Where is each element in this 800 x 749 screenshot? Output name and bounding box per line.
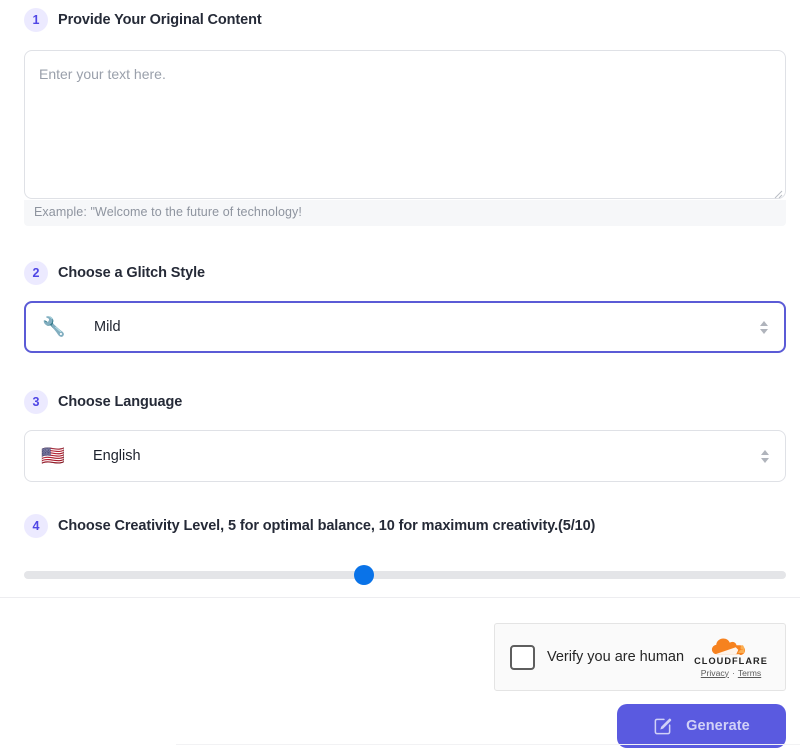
slider-thumb[interactable] [353,565,374,585]
privacy-link[interactable]: Privacy [701,668,729,678]
verify-human-label: Verify you are human [547,649,685,665]
step-4-badge: 4 [24,514,48,538]
content-textarea[interactable] [24,50,786,199]
step-3-title: Choose Language [58,394,183,410]
cloudflare-wordmark: CLOUDFLARE [694,655,768,666]
chevron-updown-icon[interactable] [759,445,771,467]
edit-square-icon [653,717,672,736]
step-4-title: Choose Creativity Level, 5 for optimal b… [58,518,596,534]
cloudflare-turnstile-widget[interactable]: Verify you are human CLOUDFLARE Privacy … [494,623,786,691]
cloudflare-branding: CLOUDFLARE Privacy · Terms [691,637,771,678]
glitch-text-generator-form: 1 Provide Your Original Content Example:… [0,0,800,749]
terms-link[interactable]: Terms [738,668,761,678]
generate-button-label: Generate [686,718,750,734]
step-2-header: 2 Choose a Glitch Style [24,261,786,285]
creativity-slider[interactable] [24,565,786,585]
wrench-emoji-icon: 🔧 [42,316,66,338]
step-1-header: 1 Provide Your Original Content [24,8,786,32]
step-1-title: Provide Your Original Content [58,12,262,28]
section-glitch-style: 2 Choose a Glitch Style 🔧 Mild [24,261,786,353]
link-separator: · [731,667,735,678]
step-1-badge: 1 [24,8,48,32]
glitch-style-select[interactable]: 🔧 Mild [24,301,786,353]
content-textarea-wrapper [24,50,786,204]
slider-track[interactable] [24,571,786,579]
generate-button[interactable]: Generate [617,704,786,748]
step-2-title: Choose a Glitch Style [58,265,205,281]
chevron-updown-icon[interactable] [758,316,770,338]
verify-human-checkbox[interactable] [510,644,535,670]
turnstile-links: Privacy · Terms [701,668,761,678]
section-divider [0,597,800,598]
step-2-badge: 2 [24,261,48,285]
section-creativity-level: 4 Choose Creativity Level, 5 for optimal… [24,514,786,585]
cloudflare-cloud-icon [709,637,753,655]
language-select[interactable]: 🇺🇸 English [24,430,786,482]
language-value: English [93,448,141,464]
section-language: 3 Choose Language 🇺🇸 English [24,390,786,482]
step-3-header: 3 Choose Language [24,390,786,414]
step-3-badge: 3 [24,390,48,414]
section-original-content: 1 Provide Your Original Content Example:… [24,8,786,226]
us-flag-emoji-icon: 🇺🇸 [41,445,65,467]
bottom-divider [176,744,800,745]
step-4-header: 4 Choose Creativity Level, 5 for optimal… [24,514,786,538]
glitch-style-value: Mild [94,319,121,335]
